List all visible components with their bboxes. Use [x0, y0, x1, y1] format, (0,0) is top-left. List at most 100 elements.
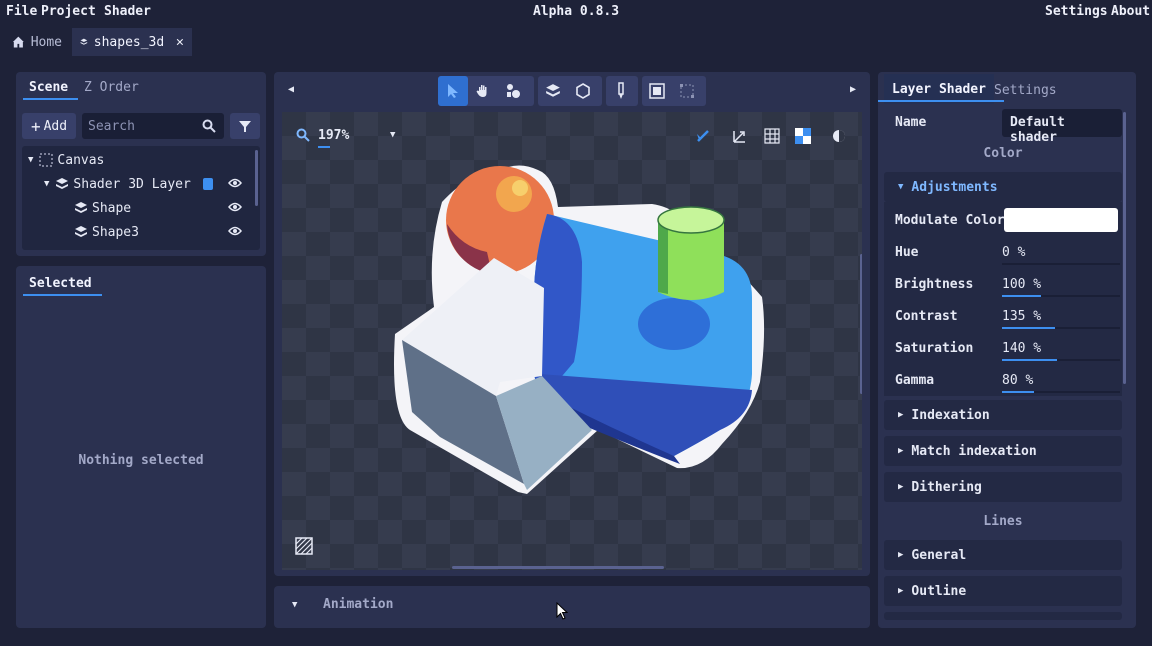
- chevron-right-icon: ▶: [898, 586, 904, 596]
- canvas-icon: [39, 153, 53, 167]
- layers-icon: [80, 38, 88, 45]
- horizontal-scrollbar[interactable]: [452, 566, 664, 569]
- adjustment-slider[interactable]: [1002, 327, 1120, 329]
- general-header[interactable]: ▶ General: [884, 540, 1122, 570]
- indexation-header[interactable]: ▶ Indexation: [884, 400, 1122, 430]
- slider-fill: [1002, 359, 1058, 361]
- tree-item-shape3[interactable]: Shape3: [22, 220, 254, 244]
- modulate-color-row: Modulate Color: [884, 204, 1122, 236]
- layers-icon: [75, 202, 87, 213]
- tab-shapes-3d[interactable]: shapes_3d: [72, 28, 192, 56]
- tab-scene[interactable]: Scene: [22, 72, 79, 102]
- tree-item-shader-3d-layer[interactable]: ▼ Shader 3D Layer: [22, 172, 254, 196]
- empty-state-text: Nothing selected: [78, 453, 204, 468]
- bounding-box-icon: [680, 84, 694, 98]
- modulate-color-swatch[interactable]: [1004, 208, 1118, 232]
- tab-settings-panel[interactable]: Settings: [994, 75, 1057, 105]
- add-shape-tool-button[interactable]: [498, 76, 528, 106]
- chevron-right-icon: ▶: [898, 410, 904, 420]
- eye-icon[interactable]: [228, 226, 242, 236]
- tab-layer-shader[interactable]: Layer Shader: [878, 74, 1004, 104]
- chevron-right-icon: ▶: [898, 446, 904, 456]
- add-button[interactable]: + Add: [22, 113, 76, 139]
- toolbar-scroll-right-icon[interactable]: ▶: [850, 84, 856, 95]
- adjustment-slider[interactable]: [1002, 391, 1120, 393]
- app-title: Alpha 0.8.3: [532, 4, 620, 19]
- filter-icon: [239, 121, 251, 132]
- database-icon[interactable]: [202, 177, 214, 191]
- tree-item-canvas[interactable]: ▼ Canvas: [22, 148, 254, 172]
- scene-panel: Scene Z Order + Add Search ▼ Canvas ▼ Sh…: [16, 72, 266, 256]
- adjustment-slider[interactable]: [1002, 359, 1120, 361]
- adjustment-slider[interactable]: [1002, 295, 1120, 297]
- eye-icon[interactable]: [228, 202, 242, 212]
- toolbar-group-frame: [642, 76, 706, 106]
- tab-z-order[interactable]: Z Order: [84, 72, 139, 102]
- layers-icon: [75, 226, 87, 237]
- select-tool-button[interactable]: [438, 76, 468, 106]
- frame-tool-button[interactable]: [642, 76, 672, 106]
- lines-section-title: Lines: [983, 514, 1023, 529]
- adjustment-label: Saturation: [895, 340, 974, 356]
- close-icon[interactable]: [176, 35, 184, 49]
- pen-icon: [618, 82, 624, 99]
- vertical-scrollbar[interactable]: [860, 254, 862, 394]
- bounds-tool-button[interactable]: [672, 76, 702, 106]
- viewport-canvas[interactable]: 197% ▼: [282, 112, 862, 570]
- tab-label: Home: [30, 34, 62, 50]
- document-tabs: Home shapes_3d: [0, 28, 1152, 56]
- name-row: Name Default shader: [884, 106, 1122, 145]
- next-section-header[interactable]: [884, 612, 1122, 620]
- chevron-down-icon[interactable]: ▼: [28, 155, 33, 165]
- hexagon-tool-button[interactable]: [568, 76, 598, 106]
- tree-scrollbar[interactable]: [255, 150, 258, 206]
- menu-about[interactable]: About: [1111, 4, 1150, 19]
- toolbar-group-pen: [606, 76, 638, 106]
- tree-item-shape[interactable]: Shape: [22, 196, 254, 220]
- hand-icon: [476, 85, 487, 97]
- panel-scrollbar[interactable]: [1123, 112, 1126, 384]
- search-icon: [202, 119, 216, 133]
- slider-fill: [1002, 327, 1056, 329]
- adjustment-label: Brightness: [895, 276, 974, 292]
- color-section-title: Color: [983, 146, 1023, 161]
- name-field[interactable]: Default shader: [1002, 109, 1122, 145]
- animation-label[interactable]: Animation: [323, 597, 393, 612]
- cursor-icon: [448, 84, 458, 98]
- hexagon-icon: [576, 83, 590, 99]
- pan-tool-button[interactable]: [468, 76, 498, 106]
- adjustment-value[interactable]: 80 %: [1002, 373, 1033, 388]
- tab-selected[interactable]: Selected: [23, 268, 102, 298]
- adjustment-value[interactable]: 135 %: [1002, 309, 1041, 324]
- layers-icon: [546, 84, 560, 97]
- adjustments-header[interactable]: ▼ Adjustments: [884, 172, 1122, 202]
- filter-button[interactable]: [230, 113, 260, 139]
- search-input[interactable]: Search: [82, 113, 224, 139]
- tree-item-label: Canvas: [57, 152, 105, 168]
- layer-tool-button[interactable]: [538, 76, 568, 106]
- pen-tool-button[interactable]: [606, 76, 636, 106]
- animation-panel: ▼ Animation: [274, 586, 870, 628]
- adjustment-row-contrast: Contrast 135 %: [884, 300, 1122, 332]
- adjustment-value[interactable]: 0 %: [1002, 245, 1025, 260]
- chevron-down-icon[interactable]: ▼: [44, 179, 49, 189]
- eye-icon[interactable]: [228, 178, 242, 188]
- adjustment-value[interactable]: 100 %: [1002, 277, 1041, 292]
- adjustment-value[interactable]: 140 %: [1002, 341, 1041, 356]
- adjustment-slider[interactable]: [1002, 263, 1120, 265]
- plus-icon: +: [30, 116, 41, 136]
- toolbar-group-layers: [538, 76, 602, 106]
- pattern-icon[interactable]: [295, 537, 313, 555]
- chevron-down-icon[interactable]: ▼: [292, 600, 297, 610]
- adjustment-label: Gamma: [895, 372, 935, 388]
- menubar: File Project Shader Alpha 0.8.3 Settings…: [0, 0, 1152, 24]
- toolbar-scroll-left-icon[interactable]: ◀: [288, 84, 294, 95]
- name-label: Name: [895, 114, 927, 130]
- match-indexation-header[interactable]: ▶ Match indexation: [884, 436, 1122, 466]
- slider-fill: [1002, 295, 1041, 297]
- outline-header[interactable]: ▶ Outline: [884, 576, 1122, 606]
- menu-settings[interactable]: Settings: [1045, 4, 1108, 19]
- tab-home[interactable]: Home: [4, 28, 70, 56]
- scene-tree: ▼ Canvas ▼ Shader 3D Layer Shape Shape3: [22, 146, 260, 250]
- dithering-header[interactable]: ▶ Dithering: [884, 472, 1122, 502]
